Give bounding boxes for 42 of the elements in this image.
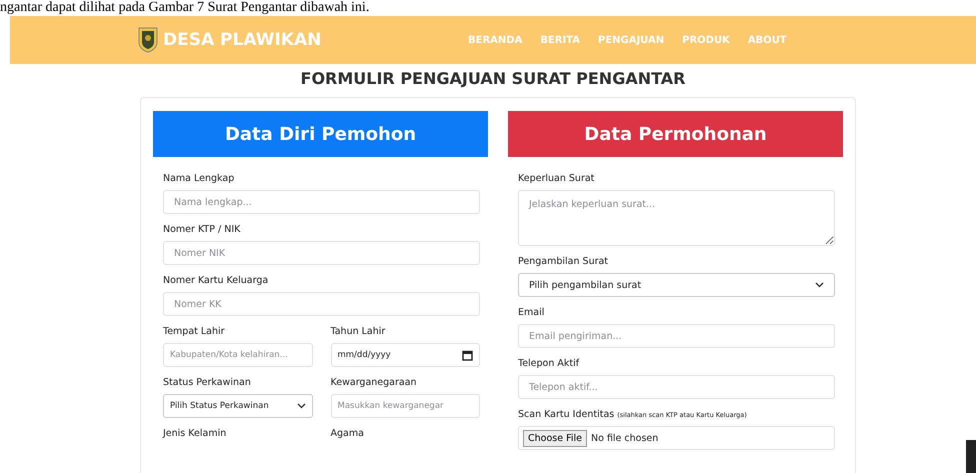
section-header: Data Permohonan	[508, 111, 843, 157]
text-field[interactable]: Nama lengkap...	[163, 190, 480, 214]
field-label: Tempat Lahir	[163, 326, 225, 337]
field-label: Keperluan Surat	[518, 173, 594, 184]
field-label: Scan Kartu Identitas	[518, 409, 614, 420]
text-area[interactable]: Jelaskan keperluan surat...	[518, 190, 835, 246]
text-field[interactable]: Nomer NIK	[163, 241, 480, 265]
field-label: Jenis Kelamin	[163, 428, 226, 439]
floating-button[interactable]	[966, 440, 976, 473]
field-label: Email	[518, 307, 544, 318]
text-field[interactable]: Email pengiriman...	[518, 324, 835, 348]
field-label: Telepon Aktif	[518, 358, 580, 369]
text-field[interactable]: Telepon aktif...	[518, 375, 835, 399]
field-label: Nama Lengkap	[163, 173, 234, 184]
select-field[interactable]: Pilih Status Perkawinan	[163, 394, 312, 418]
nav-link[interactable]: BERITA	[540, 34, 580, 46]
field-label: Kewarganegaraan	[330, 377, 417, 388]
shield-logo-icon	[138, 27, 158, 53]
form-title: FORMULIR PENGAJUAN SURAT PENGANTAR	[300, 70, 686, 90]
file-status: No file chosen	[591, 432, 658, 444]
field-label: Nomer KTP / NIK	[163, 224, 240, 235]
field-label: Tahun Lahir	[330, 326, 386, 337]
nav-link[interactable]: PENGAJUAN	[598, 34, 664, 46]
nav-link[interactable]: ABOUT	[748, 34, 787, 46]
select-field[interactable]: Pilih pengambilan surat	[518, 273, 835, 297]
calendar-icon	[462, 350, 473, 360]
field-label: Status Perkawinan	[163, 377, 251, 388]
chevron-down-icon	[815, 282, 824, 288]
nav-link[interactable]: BERANDA	[468, 34, 522, 46]
date-field[interactable]: mm/dd/yyyy	[330, 343, 480, 367]
chevron-down-icon	[296, 403, 306, 409]
site-brand[interactable]: DESA PLAWIKAN	[163, 30, 322, 50]
document-text: ngantar dapat dilihat pada Gambar 7 Surat Pengantar dibawah ini.	[0, 0, 370, 16]
nav-link[interactable]: PRODUK	[682, 34, 730, 46]
text-field[interactable]: Nomer KK	[163, 292, 480, 316]
section-header: Data Diri Pemohon	[153, 111, 488, 157]
text-field[interactable]: Kabupaten/Kota kelahiran...	[163, 343, 312, 367]
text-field[interactable]: Masukkan kewarganegar	[330, 394, 480, 418]
field-label: Pengambilan Surat	[518, 256, 608, 267]
field-label: Agama	[330, 428, 364, 439]
field-label: Nomer Kartu Keluarga	[163, 275, 268, 286]
choose-file-button[interactable]: Choose File	[523, 430, 587, 446]
